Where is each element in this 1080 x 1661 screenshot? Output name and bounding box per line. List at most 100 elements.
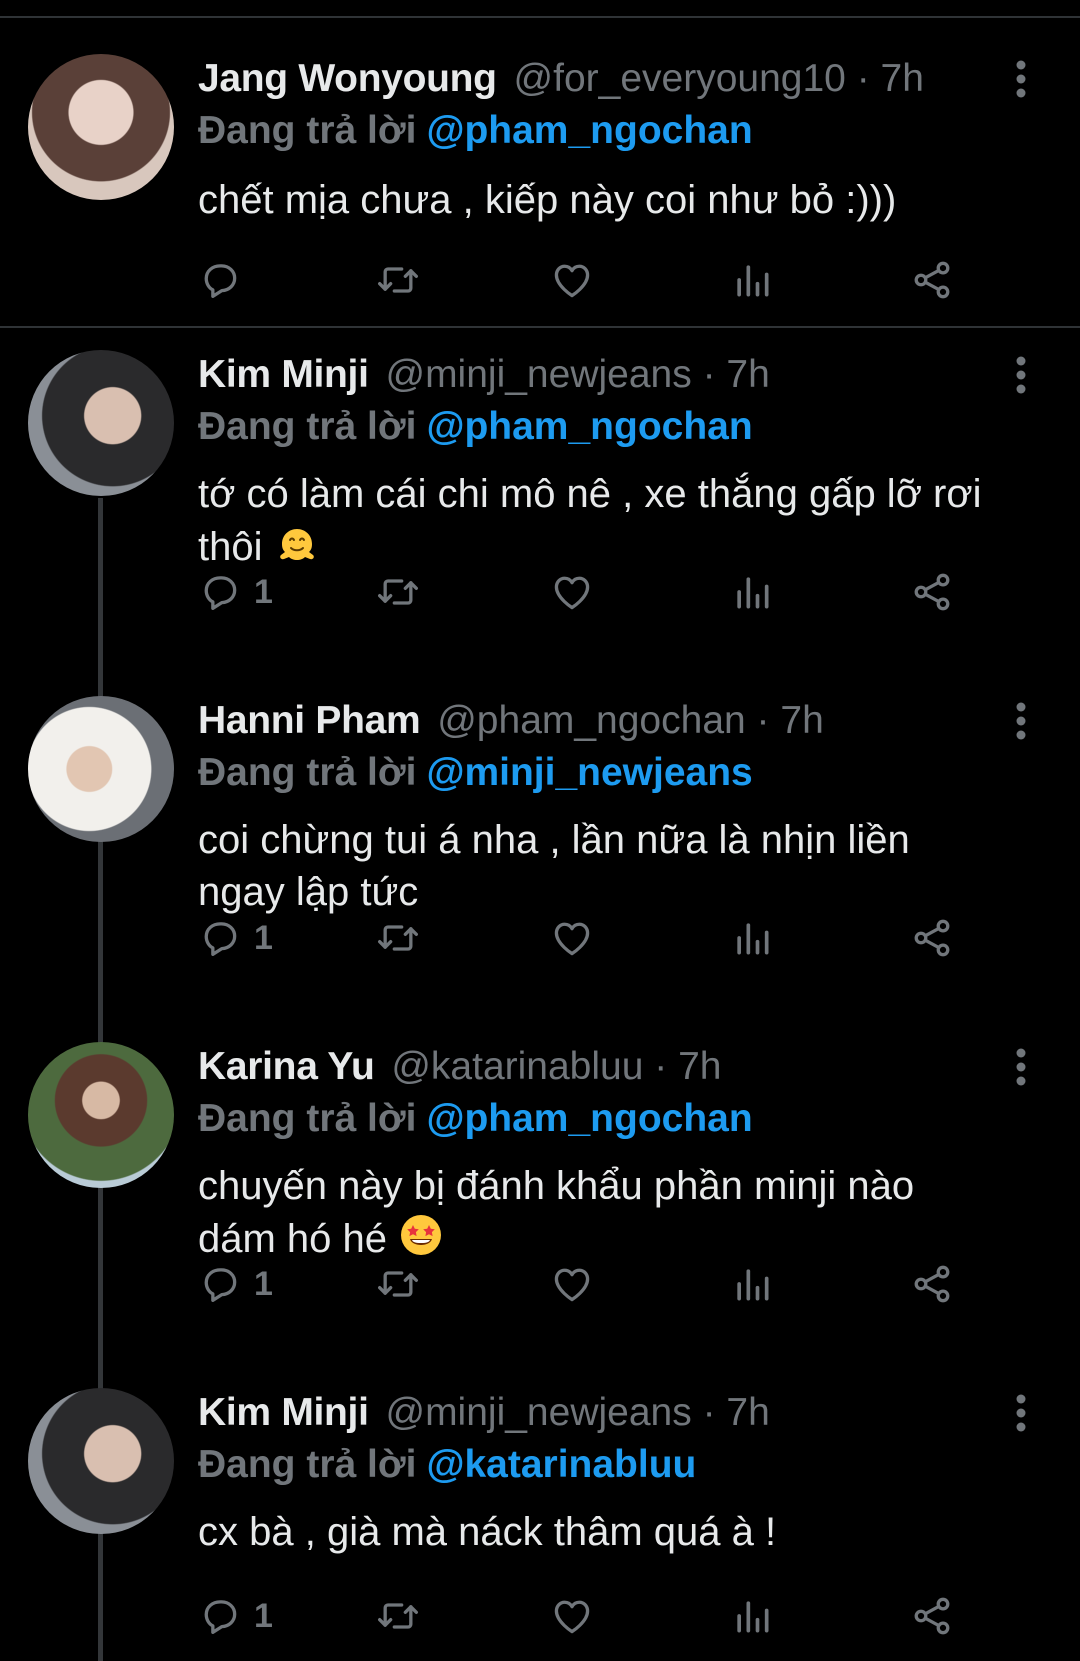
- user-handle[interactable]: @katarinabluu: [391, 1045, 643, 1088]
- replying-to-label: Đang trả lời: [198, 751, 417, 794]
- avatar[interactable]: [28, 696, 174, 842]
- heart-icon: [554, 1268, 590, 1302]
- separator-dot: ·: [702, 353, 716, 396]
- share-button[interactable]: [910, 252, 954, 308]
- like-button[interactable]: [550, 1256, 594, 1312]
- more-options-icon[interactable]: [1000, 694, 1042, 748]
- share-icon: [914, 573, 950, 611]
- tweet-text-line: thôi: [198, 525, 263, 569]
- views-button[interactable]: [730, 1588, 774, 1644]
- reply-icon: [204, 1268, 237, 1302]
- display-name[interactable]: Kim Minji: [198, 353, 369, 396]
- tweet[interactable]: Karina Yu @katarinabluu · 7h Đang trả lờ…: [0, 1020, 1080, 1366]
- analytics-icon: [737, 577, 769, 609]
- like-button[interactable]: [550, 910, 594, 966]
- reply-button[interactable]: 1: [198, 564, 273, 620]
- retweet-button[interactable]: [376, 910, 420, 966]
- views-button[interactable]: [730, 1256, 774, 1312]
- action-bar: [198, 252, 1058, 308]
- like-button[interactable]: [550, 1588, 594, 1644]
- display-name[interactable]: Jang Wonyoung: [198, 57, 497, 100]
- separator-dot: ·: [654, 1045, 668, 1088]
- reply-button[interactable]: 1: [198, 1588, 273, 1644]
- action-bar: 1: [198, 1588, 1058, 1644]
- heart-icon: [554, 576, 590, 610]
- share-icon: [914, 261, 950, 299]
- heart-icon: [554, 922, 590, 956]
- avatar[interactable]: [28, 1042, 174, 1188]
- replying-to-label: Đang trả lời: [198, 1097, 417, 1140]
- reply-count: 1: [254, 572, 273, 611]
- more-options-icon[interactable]: [1000, 1386, 1042, 1440]
- tweet[interactable]: Kim Minji @minji_newjeans · 7h Đang trả …: [0, 1366, 1080, 1661]
- share-icon: [914, 1265, 950, 1303]
- avatar[interactable]: [28, 54, 174, 200]
- retweet-button[interactable]: [376, 252, 420, 308]
- tweet-header: Karina Yu @katarinabluu · 7h: [198, 1040, 970, 1094]
- replying-to-handle[interactable]: @pham_ngochan: [426, 405, 752, 448]
- retweet-icon: [378, 925, 418, 951]
- tweet-header: Kim Minji @minji_newjeans · 7h: [198, 348, 970, 402]
- timestamp[interactable]: 7h: [726, 353, 769, 396]
- more-options-icon[interactable]: [1000, 1040, 1042, 1094]
- replying-to: Đang trả lời @pham_ngochan: [198, 1092, 753, 1146]
- tweet-text-line: dám hó hé: [198, 1217, 388, 1261]
- retweet-button[interactable]: [376, 1588, 420, 1644]
- tweet-text: coi chừng tui á nha , lần nữa là nhịn li…: [198, 814, 1028, 918]
- user-handle[interactable]: @pham_ngochan: [437, 699, 745, 742]
- timestamp[interactable]: 7h: [881, 57, 924, 100]
- reply-button[interactable]: 1: [198, 910, 273, 966]
- user-handle[interactable]: @minji_newjeans: [385, 1391, 691, 1434]
- tweet[interactable]: Kim Minji @minji_newjeans · 7h Đang trả …: [0, 328, 1080, 674]
- replying-to: Đang trả lời @katarinabluu: [198, 1438, 696, 1492]
- share-button[interactable]: [910, 564, 954, 620]
- display-name[interactable]: Hanni Pham: [198, 699, 421, 742]
- tweet[interactable]: Jang Wonyoung @for_everyoung10 · 7h Đang…: [0, 0, 1080, 326]
- replying-to-label: Đang trả lời: [198, 1443, 417, 1486]
- reply-button[interactable]: [198, 252, 254, 308]
- retweet-button[interactable]: [376, 1256, 420, 1312]
- reply-icon: [204, 922, 237, 956]
- analytics-icon: [737, 1601, 769, 1633]
- like-button[interactable]: [550, 564, 594, 620]
- replying-to-handle[interactable]: @pham_ngochan: [426, 1097, 752, 1140]
- user-handle[interactable]: @for_everyoung10: [514, 57, 846, 100]
- share-button[interactable]: [910, 910, 954, 966]
- separator-dot: ·: [856, 57, 870, 100]
- reply-icon: [204, 1600, 237, 1634]
- display-name[interactable]: Kim Minji: [198, 1391, 369, 1434]
- action-bar: 1: [198, 910, 1058, 966]
- views-button[interactable]: [730, 564, 774, 620]
- tweet-text-line: cx bà , già mà náck thâm quá à !: [198, 1510, 777, 1554]
- share-button[interactable]: [910, 1588, 954, 1644]
- timestamp[interactable]: 7h: [726, 1391, 769, 1434]
- tweet-header: Hanni Pham @pham_ngochan · 7h: [198, 694, 970, 748]
- more-options-icon[interactable]: [1000, 52, 1042, 106]
- share-icon: [914, 1597, 950, 1635]
- action-bar: 1: [198, 564, 1058, 620]
- display-name[interactable]: Karina Yu: [198, 1045, 375, 1088]
- avatar[interactable]: [28, 1388, 174, 1534]
- user-handle[interactable]: @minji_newjeans: [385, 353, 691, 396]
- retweet-icon: [378, 1603, 418, 1629]
- views-button[interactable]: [730, 910, 774, 966]
- timestamp[interactable]: 7h: [678, 1045, 721, 1088]
- retweet-button[interactable]: [376, 564, 420, 620]
- timestamp[interactable]: 7h: [780, 699, 823, 742]
- tweet[interactable]: Hanni Pham @pham_ngochan · 7h Đang trả l…: [0, 674, 1080, 1020]
- replying-to-handle[interactable]: @minji_newjeans: [426, 751, 752, 794]
- like-button[interactable]: [550, 252, 594, 308]
- replying-to-label: Đang trả lời: [198, 405, 417, 448]
- more-options-icon[interactable]: [1000, 348, 1042, 402]
- reply-icon: [204, 576, 237, 610]
- tweet-text-line: chuyến này bị đánh khẩu phần minji nào: [198, 1164, 915, 1208]
- avatar[interactable]: [28, 350, 174, 496]
- views-button[interactable]: [730, 252, 774, 308]
- replying-to-handle[interactable]: @katarinabluu: [426, 1443, 696, 1486]
- action-bar: 1: [198, 1256, 1058, 1312]
- reply-button[interactable]: 1: [198, 1256, 273, 1312]
- tweet-text: chuyến này bị đánh khẩu phần minji nào d…: [198, 1160, 1028, 1265]
- heart-icon: [554, 1600, 590, 1634]
- share-button[interactable]: [910, 1256, 954, 1312]
- replying-to-handle[interactable]: @pham_ngochan: [426, 109, 752, 152]
